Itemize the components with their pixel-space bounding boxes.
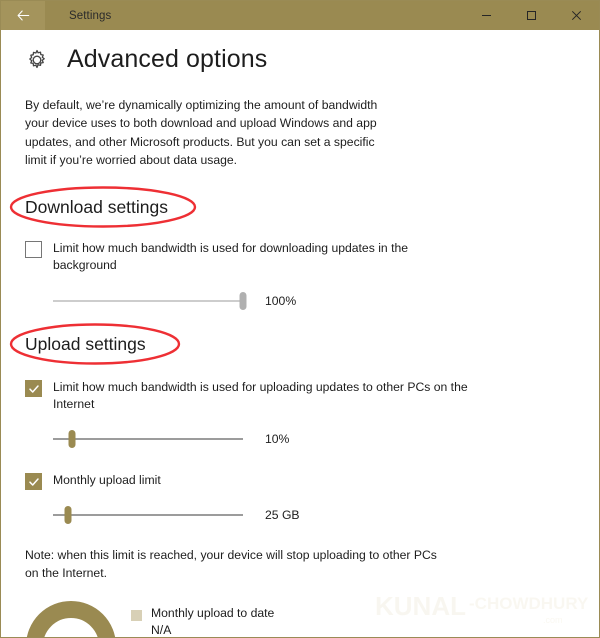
chart-legend: Monthly upload to date N/A Amount left 5… xyxy=(131,603,275,638)
legend-item-uploaded: Monthly upload to date N/A xyxy=(131,605,275,638)
upload-bandwidth-value: 10% xyxy=(265,432,290,447)
slider-track xyxy=(53,300,243,303)
maximize-icon xyxy=(527,11,536,20)
download-limit-label: Limit how much bandwidth is used for dow… xyxy=(53,241,409,273)
monthly-limit-label: Monthly upload limit xyxy=(53,473,161,488)
upload-limit-checkbox-row[interactable]: Limit how much bandwidth is used for upl… xyxy=(25,379,575,413)
legend-label: Monthly upload to date xyxy=(151,606,275,621)
check-icon xyxy=(28,384,39,393)
upload-settings-heading-label: Upload settings xyxy=(25,334,146,355)
download-bandwidth-slider[interactable] xyxy=(53,292,247,311)
upload-bandwidth-slider[interactable] xyxy=(53,430,243,449)
monthly-limit-slider-row[interactable]: 25 GB xyxy=(25,506,575,525)
legend-swatch xyxy=(131,610,142,622)
monthly-limit-checkbox-row[interactable]: Monthly upload limit xyxy=(25,472,575,491)
slider-thumb[interactable] xyxy=(239,292,247,311)
back-arrow-icon xyxy=(17,10,29,21)
maximize-button[interactable] xyxy=(509,1,554,30)
slider-thumb[interactable] xyxy=(64,506,72,525)
upload-limit-label: Limit how much bandwidth is used for upl… xyxy=(53,380,468,412)
donut-chart xyxy=(26,601,116,637)
check-icon xyxy=(28,477,39,486)
window-title: Settings xyxy=(69,9,112,22)
close-icon xyxy=(571,10,582,21)
legend-value: N/A xyxy=(151,623,172,638)
upload-bandwidth-slider-row[interactable]: 10% xyxy=(25,430,575,449)
download-settings-heading-label: Download settings xyxy=(25,197,168,218)
intro-paragraph: By default, we’re dynamically optimizing… xyxy=(25,98,378,167)
title-bar: Settings xyxy=(1,1,599,30)
page-content: Advanced options By default, we’re dynam… xyxy=(1,30,599,638)
slider-track xyxy=(53,514,243,517)
window-controls xyxy=(464,1,599,30)
download-bandwidth-slider-row[interactable]: 100% xyxy=(25,292,575,311)
monthly-limit-note: Note: when this limit is reached, your d… xyxy=(25,548,437,581)
download-settings-heading: Download settings xyxy=(9,186,197,228)
upload-settings-heading: Upload settings xyxy=(9,323,181,365)
monthly-limit-value: 25 GB xyxy=(265,508,300,523)
gear-icon xyxy=(29,49,45,68)
upload-usage-chart: Monthly upload to date N/A Amount left 5… xyxy=(25,600,575,638)
monthly-limit-slider[interactable] xyxy=(53,506,243,525)
close-button[interactable] xyxy=(554,1,599,30)
slider-thumb[interactable] xyxy=(68,430,76,449)
monthly-limit-checkbox[interactable] xyxy=(25,473,42,491)
page-header: Advanced options xyxy=(25,30,575,74)
back-button[interactable] xyxy=(1,1,45,30)
page-title: Advanced options xyxy=(67,45,268,73)
download-limit-checkbox[interactable] xyxy=(25,241,42,259)
download-bandwidth-value: 100% xyxy=(265,294,297,309)
minimize-button[interactable] xyxy=(464,1,509,30)
settings-window: Settings Advanced options By default, we… xyxy=(0,0,600,638)
upload-limit-checkbox[interactable] xyxy=(25,380,42,398)
slider-track xyxy=(53,438,243,441)
download-limit-checkbox-row[interactable]: Limit how much bandwidth is used for dow… xyxy=(25,240,575,274)
minimize-icon xyxy=(482,15,491,16)
